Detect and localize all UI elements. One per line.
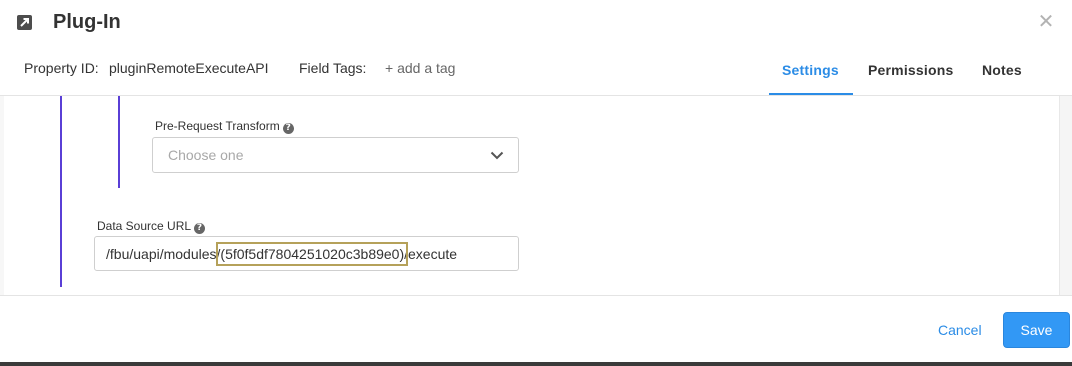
expand-arrow-icon <box>17 15 32 30</box>
data-source-url-field[interactable]: /fbu/uapi/modules/(5f0f5df7804251020c3b8… <box>94 236 519 271</box>
url-suffix: /execute <box>404 246 458 262</box>
tab-permissions[interactable]: Permissions <box>868 62 953 78</box>
chevron-down-icon <box>490 151 504 160</box>
active-tab-indicator <box>769 93 853 95</box>
help-icon[interactable]: ? <box>282 123 294 134</box>
data-source-url-value: /fbu/uapi/modules/(5f0f5df7804251020c3b8… <box>106 242 458 266</box>
field-tags-label: Field Tags: <box>299 60 367 76</box>
data-source-url-label-text: Data Source URL <box>97 219 192 233</box>
url-module-id-highlight: (5f0f5df7804251020c3b89e0) <box>216 242 409 266</box>
url-prefix: /fbu/uapi/modules/ <box>106 246 221 262</box>
save-button[interactable]: Save <box>1003 312 1070 348</box>
close-icon[interactable]: ✕ <box>1037 12 1055 32</box>
scrollbar[interactable] <box>1059 96 1072 295</box>
data-source-url-label: Data Source URL? <box>97 219 206 234</box>
pre-request-transform-select[interactable]: Choose one <box>152 137 519 173</box>
dialog-header: Plug-In ✕ Property ID: pluginRemoteExecu… <box>0 0 1072 96</box>
add-tag-link[interactable]: + add a tag <box>385 60 455 76</box>
dialog-title: Plug-In <box>53 11 121 33</box>
tab-notes[interactable]: Notes <box>982 62 1022 78</box>
pre-request-transform-label-text: Pre-Request Transform <box>155 119 280 133</box>
help-icon[interactable]: ? <box>194 223 206 234</box>
pre-request-transform-label: Pre-Request Transform? <box>155 119 294 134</box>
plugin-dialog: Plug-In ✕ Property ID: pluginRemoteExecu… <box>0 0 1072 362</box>
nesting-line-outer <box>60 96 62 287</box>
nesting-line-inner <box>118 96 120 188</box>
property-id-label: Property ID: <box>24 60 99 76</box>
tab-settings[interactable]: Settings <box>782 62 839 78</box>
select-placeholder: Choose one <box>168 147 244 163</box>
property-id-value: pluginRemoteExecuteAPI <box>109 60 269 76</box>
cancel-button[interactable]: Cancel <box>938 322 982 338</box>
dialog-footer: Cancel Save <box>0 295 1072 362</box>
